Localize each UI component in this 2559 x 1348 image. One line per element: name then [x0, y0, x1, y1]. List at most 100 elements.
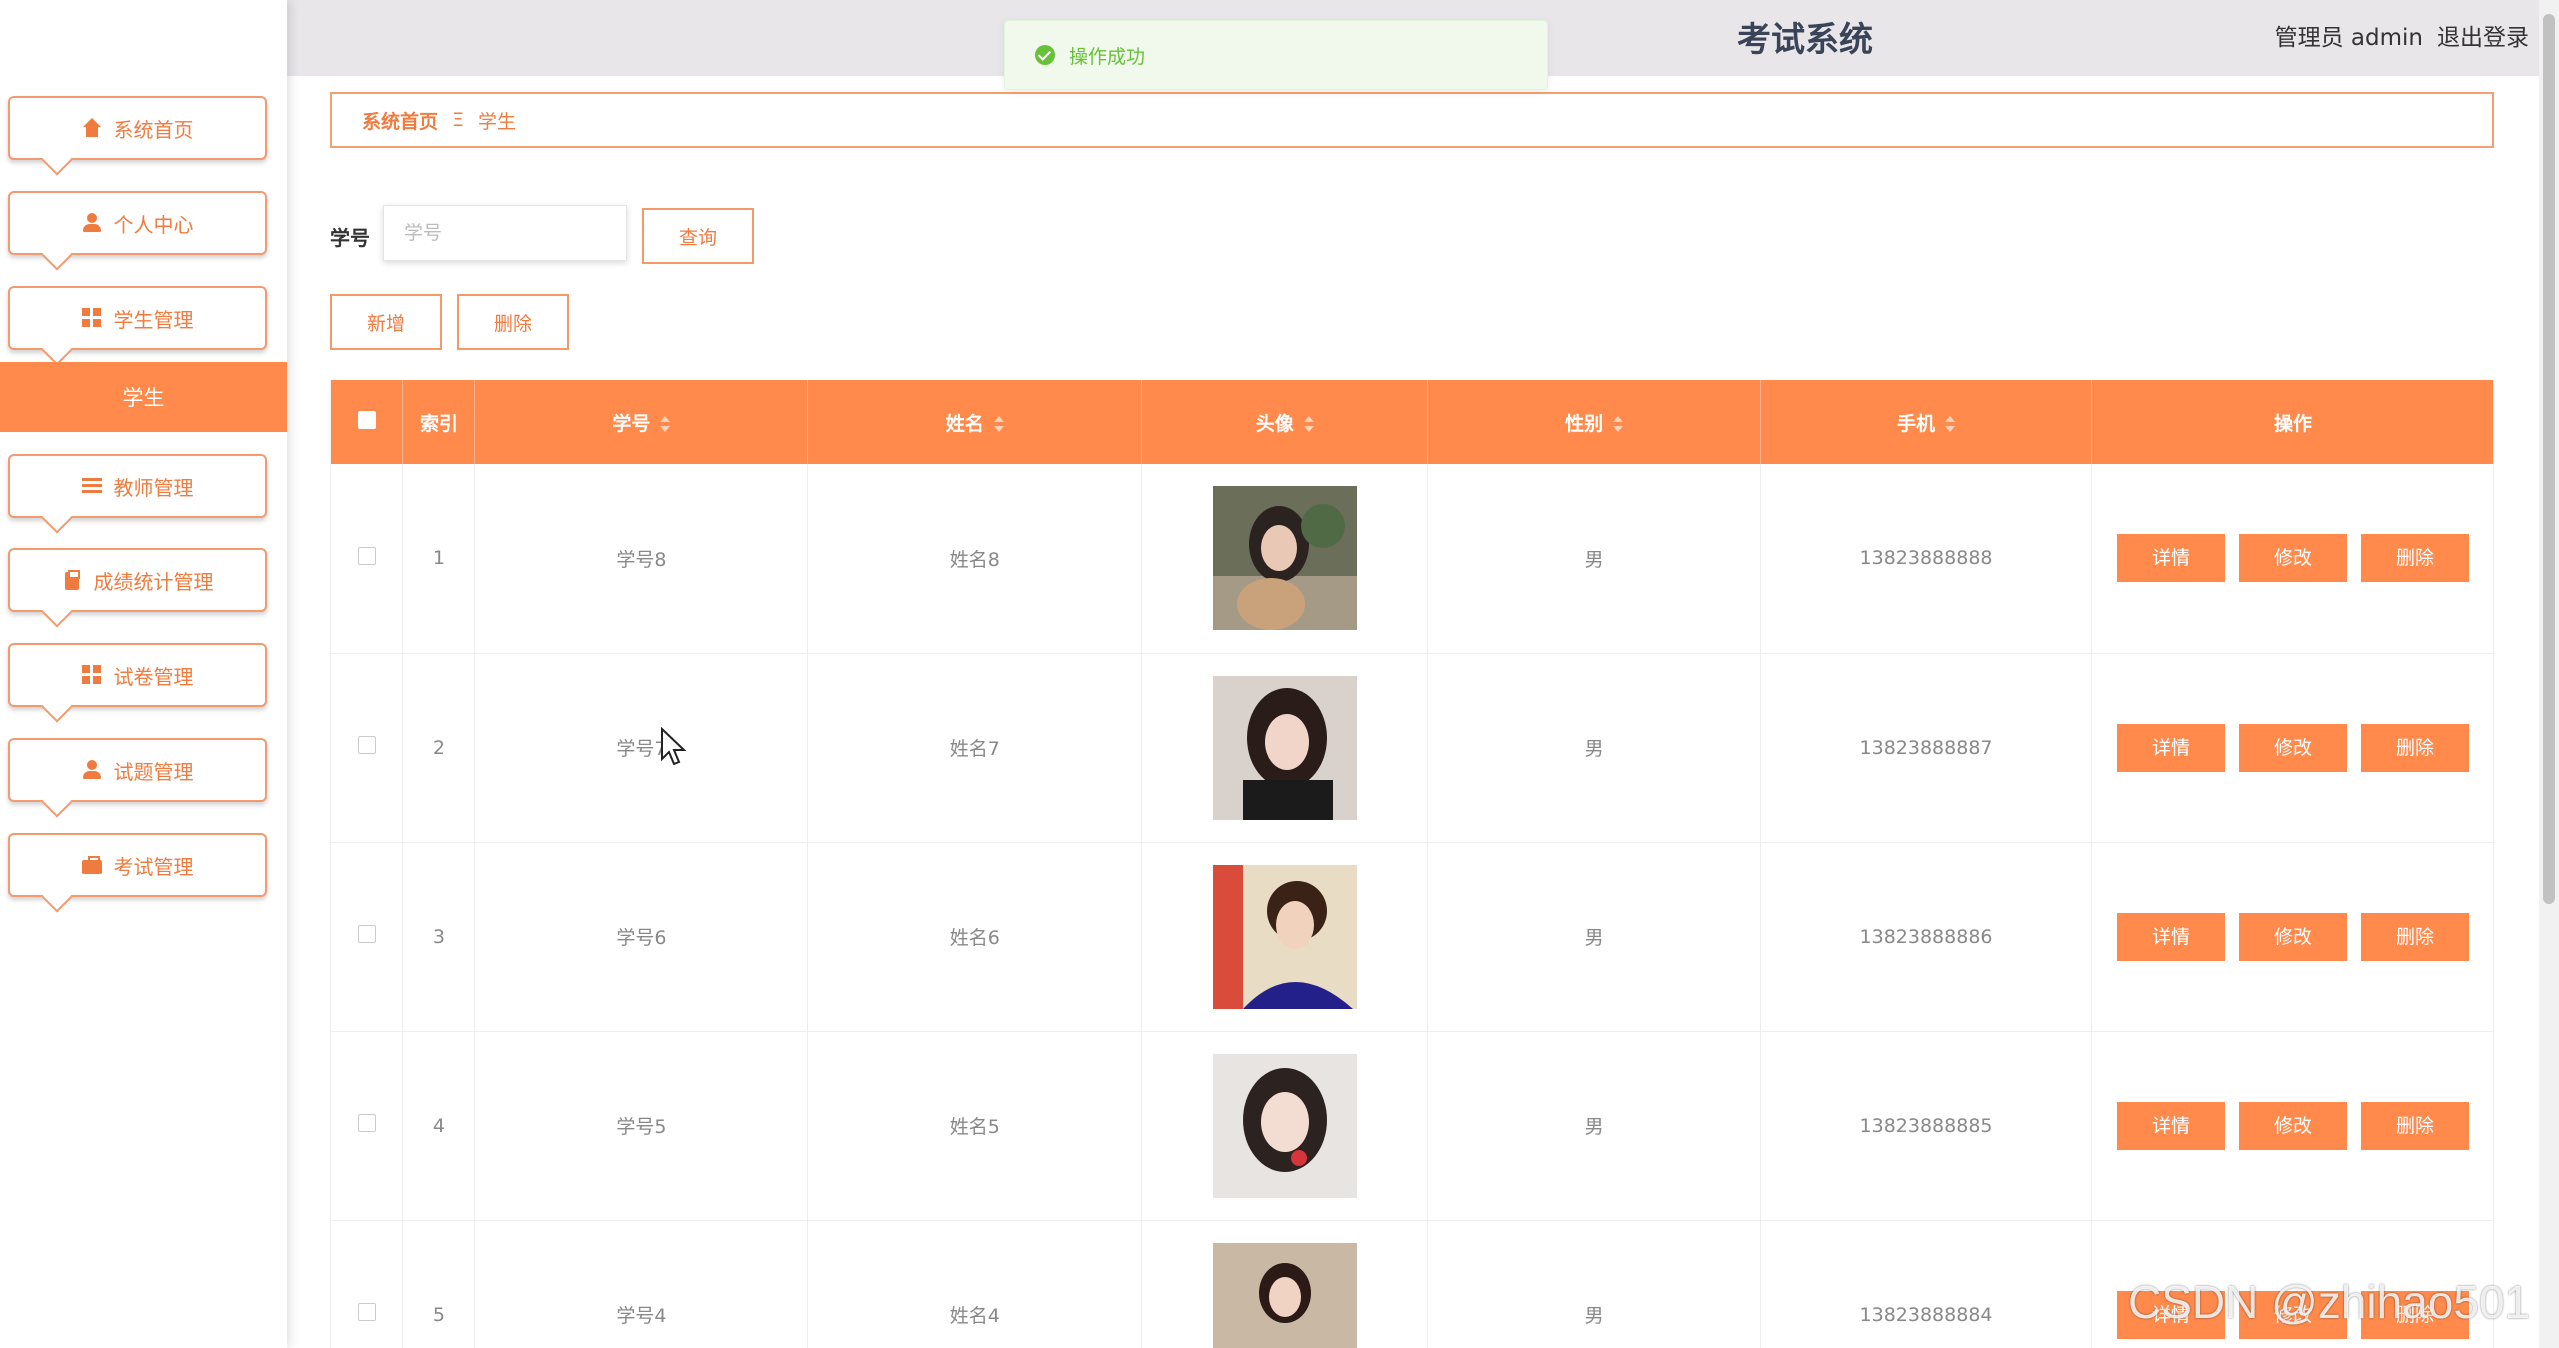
table-row: 2 学号7 姓名7 男 13823888887 详情 修改 删除 [331, 653, 2493, 842]
header-phone[interactable]: 手机 [1760, 380, 2092, 464]
sidebar-item-exam-management[interactable]: 考试管理 [8, 833, 267, 897]
watermark-text: CSDN @zhihao501 [2128, 1276, 2531, 1328]
student-table: 索引 学号 姓名 头像 性别 手机 操作 1 学号8 姓名8 男 1382388… [330, 380, 2494, 1348]
edit-button[interactable]: 修改 [2239, 723, 2347, 772]
logout-link[interactable]: 退出登录 [2437, 18, 2529, 52]
cell-actions: 详情 修改 删除 [2091, 653, 2493, 842]
detail-button[interactable]: 详情 [2117, 912, 2225, 961]
sidebar-item-profile[interactable]: 个人中心 [8, 191, 267, 255]
avatar [1212, 1242, 1357, 1348]
row-checkbox[interactable] [357, 736, 376, 754]
student-id-search-input[interactable] [383, 205, 627, 261]
app-title: 考试系统 [1737, 20, 1873, 60]
scrollbar-thumb[interactable] [2543, 14, 2555, 904]
mouse-cursor-icon [661, 727, 686, 766]
batch-delete-button[interactable]: 删除 [457, 294, 569, 350]
header-name[interactable]: 姓名 [807, 380, 1143, 464]
row-checkbox[interactable] [357, 925, 376, 943]
cell-index: 3 [402, 842, 476, 1031]
sort-icon[interactable] [660, 416, 671, 432]
cell-avatar [1141, 1031, 1429, 1220]
detail-button[interactable]: 详情 [2117, 534, 2225, 583]
header-gender[interactable]: 性别 [1427, 380, 1762, 464]
cell-avatar [1141, 464, 1429, 653]
sidebar-item-label: 试卷管理 [113, 664, 194, 689]
select-all-checkbox[interactable] [357, 410, 376, 429]
grid-icon [81, 308, 102, 328]
cell-student-id: 学号8 [474, 464, 809, 653]
row-checkbox[interactable] [357, 546, 376, 565]
delete-button[interactable]: 删除 [2361, 723, 2469, 772]
cell-name: 姓名4 [807, 1220, 1143, 1348]
sidebar-item-label: 个人中心 [113, 212, 194, 237]
check-circle-icon [1035, 45, 1055, 65]
list-icon [81, 476, 102, 496]
sidebar-item-label: 试题管理 [113, 759, 194, 784]
user-info: 管理员 admin 退出登录 [2275, 18, 2529, 52]
edit-button[interactable]: 修改 [2239, 912, 2347, 961]
sidebar-item-home[interactable]: 系统首页 [8, 96, 267, 160]
row-checkbox[interactable] [357, 1303, 376, 1321]
cell-phone: 13823888888 [1760, 464, 2092, 653]
toast-message: 操作成功 [1069, 45, 1146, 68]
avatar [1212, 864, 1357, 1009]
header-avatar[interactable]: 头像 [1141, 380, 1429, 464]
delete-button[interactable]: 删除 [2361, 1101, 2469, 1150]
user-icon [82, 213, 102, 233]
sidebar-item-label: 系统首页 [113, 117, 194, 142]
page-scrollbar[interactable] [2539, 0, 2559, 1348]
sidebar-item-label: 学生 [122, 386, 165, 410]
cell-index: 4 [402, 1031, 476, 1220]
sort-icon[interactable] [1613, 416, 1624, 432]
avatar [1212, 675, 1357, 820]
edit-button[interactable]: 修改 [2239, 1101, 2347, 1150]
cell-index: 2 [402, 653, 476, 842]
delete-button[interactable]: 删除 [2361, 534, 2469, 583]
avatar [1212, 1053, 1357, 1198]
avatar [1212, 486, 1357, 631]
detail-button[interactable]: 详情 [2117, 723, 2225, 772]
clipboard-icon [62, 570, 82, 590]
user-icon [82, 760, 102, 780]
user-label: 管理员 admin [2274, 25, 2423, 51]
sidebar-subitem-student[interactable]: 学生 [0, 362, 287, 432]
briefcase-icon [81, 855, 102, 875]
row-checkbox[interactable] [357, 1114, 376, 1132]
detail-button[interactable]: 详情 [2117, 1101, 2225, 1150]
cell-avatar [1141, 653, 1429, 842]
sidebar-item-teacher-management[interactable]: 教师管理 [8, 454, 267, 518]
cell-index: 5 [402, 1220, 476, 1348]
cell-phone: 13823888884 [1760, 1220, 2092, 1348]
breadcrumb-home[interactable]: 系统首页 [362, 107, 438, 134]
sidebar-item-question-management[interactable]: 试题管理 [8, 738, 267, 802]
cell-actions: 详情 修改 删除 [2091, 842, 2493, 1031]
sidebar-item-label: 教师管理 [113, 475, 194, 500]
cell-student-id: 学号4 [474, 1220, 809, 1348]
cell-student-id: 学号7 [474, 653, 809, 842]
sidebar-item-paper-management[interactable]: 试卷管理 [8, 643, 267, 707]
cell-name: 姓名6 [807, 842, 1143, 1031]
cell-phone: 13823888886 [1760, 842, 2092, 1031]
header-student-id[interactable]: 学号 [474, 380, 809, 464]
query-button[interactable]: 查询 [642, 208, 754, 264]
table-row: 3 学号6 姓名6 男 13823888886 详情 修改 删除 [331, 842, 2493, 1031]
table-row: 1 学号8 姓名8 男 13823888888 详情 修改 删除 [331, 464, 2493, 653]
header-actions: 操作 [2091, 380, 2493, 464]
sort-icon[interactable] [1945, 416, 1956, 432]
sidebar-item-score-statistics[interactable]: 成绩统计管理 [8, 548, 267, 612]
sort-icon[interactable] [993, 416, 1004, 432]
cell-student-id: 学号6 [474, 842, 809, 1031]
cell-name: 姓名8 [807, 464, 1143, 653]
edit-button[interactable]: 修改 [2239, 534, 2347, 583]
add-button[interactable]: 新增 [330, 294, 442, 350]
cell-phone: 13823888885 [1760, 1031, 2092, 1220]
delete-button[interactable]: 删除 [2361, 912, 2469, 961]
cell-gender: 男 [1427, 842, 1762, 1031]
cell-student-id: 学号5 [474, 1031, 809, 1220]
cell-actions: 详情 修改 删除 [2091, 464, 2493, 653]
sidebar-item-student-management[interactable]: 学生管理 [8, 286, 267, 350]
cell-avatar [1141, 842, 1429, 1031]
sidebar-item-label: 学生管理 [113, 307, 194, 332]
grid-icon [81, 665, 102, 685]
sort-icon[interactable] [1303, 416, 1314, 432]
